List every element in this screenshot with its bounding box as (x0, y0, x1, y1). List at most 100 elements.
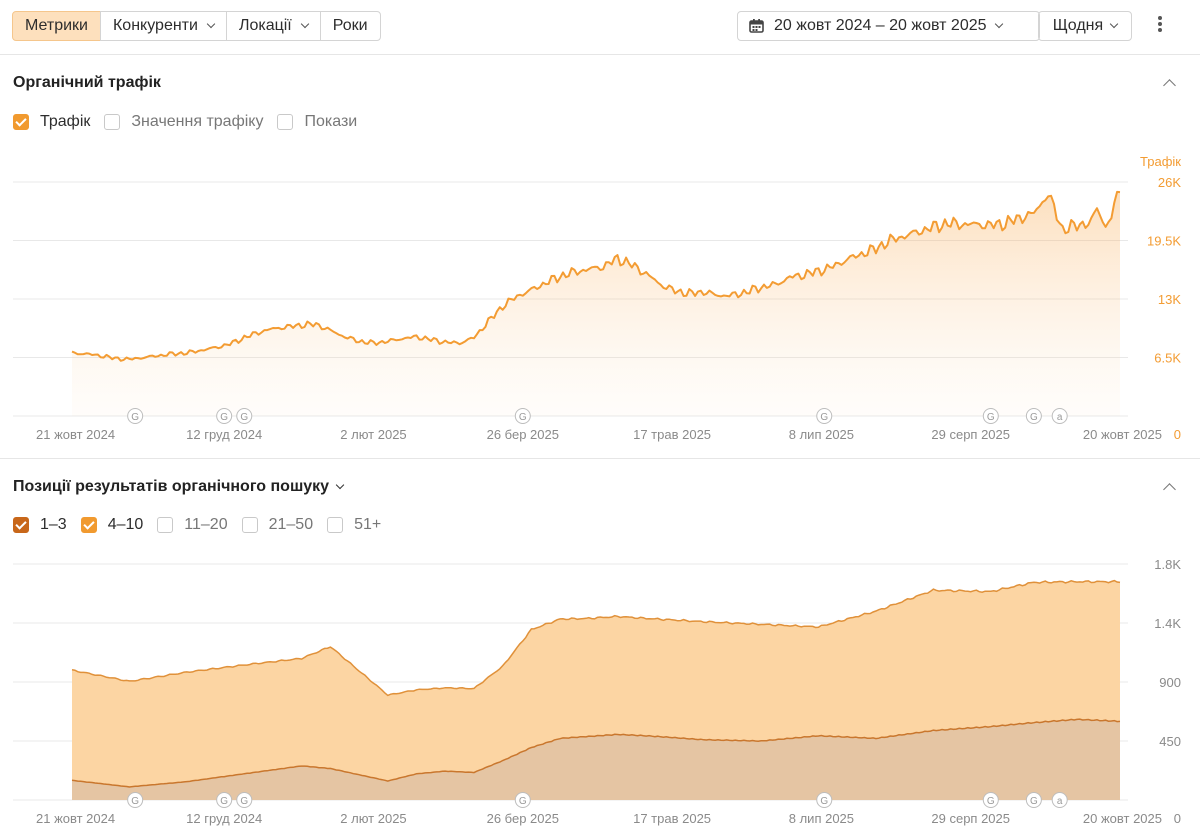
x-tick-label: 21 жовт 2024 (36, 427, 115, 442)
checkbox-21-50[interactable]: 21–50 (241, 516, 313, 534)
annotation-marker[interactable]: a (1051, 792, 1068, 808)
checkbox-label: Покази (304, 113, 358, 130)
tab-competitors-label: Конкуренти (112, 17, 198, 34)
annotation-marker-label: G (820, 796, 828, 807)
x-tick-label: 17 трав 2025 (633, 427, 711, 442)
annotation-marker-label: G (131, 796, 139, 807)
tab-locations[interactable]: Локації (225, 11, 321, 41)
y-tick-label: 0 (1174, 811, 1181, 826)
date-range-picker[interactable]: 20 жовт 2024 – 20 жовт 2025 (737, 11, 1040, 41)
y-tick-label: 19.5K (1147, 234, 1181, 249)
x-tick-label: 2 лют 2025 (340, 811, 406, 826)
collapse-icon[interactable] (1162, 480, 1176, 496)
y-tick-label: 1.4K (1154, 616, 1181, 631)
chevron-down-icon (206, 19, 216, 29)
annotation-marker[interactable]: G (1025, 792, 1042, 808)
checkbox-label: 1–3 (40, 516, 67, 533)
x-tick-label: 29 серп 2025 (931, 811, 1010, 826)
x-tick-label: 26 бер 2025 (487, 427, 559, 442)
x-tick-label: 17 трав 2025 (633, 811, 711, 826)
annotation-marker-label: G (519, 412, 527, 423)
interval-select[interactable]: Щодня (1038, 11, 1132, 41)
annotation-marker[interactable]: G (236, 792, 253, 808)
checkbox-label: 11–20 (184, 516, 228, 533)
annotation-marker[interactable]: G (982, 408, 999, 424)
x-tick-label: 2 лют 2025 (340, 427, 406, 442)
checkbox-impressions[interactable]: Покази (277, 113, 357, 131)
y-tick-label: 26K (1158, 175, 1181, 190)
annotation-marker[interactable]: G (236, 408, 253, 424)
positions-title-label: Позиції результатів органічного пошуку (13, 478, 330, 495)
tab-metrics[interactable]: Метрики (12, 11, 101, 41)
y-tick-label: 1.8K (1154, 557, 1181, 572)
annotation-marker-label: G (1030, 796, 1038, 807)
y-tick-label: 0 (1174, 427, 1181, 442)
traffic-y-axis-title: Трафік (1140, 154, 1181, 169)
collapse-icon[interactable] (1162, 76, 1176, 92)
section-divider (0, 458, 1200, 459)
checkbox-11-20[interactable]: 11–20 (157, 516, 228, 534)
more-options-icon[interactable] (1152, 14, 1168, 38)
annotation-marker-label: G (240, 412, 248, 423)
x-tick-label: 26 бер 2025 (487, 811, 559, 826)
checkbox-box (327, 517, 344, 533)
y-tick-label: 450 (1159, 734, 1181, 749)
x-tick-label: 20 жовт 2025 (1083, 811, 1162, 826)
calendar-icon (749, 19, 764, 33)
annotation-marker-label: a (1057, 412, 1063, 423)
checkbox-traffic-value[interactable]: Значення трафіку (104, 113, 263, 131)
positions-section-title[interactable]: Позиції результатів органічного пошуку (13, 478, 345, 496)
x-tick-label: 8 лип 2025 (789, 427, 854, 442)
annotation-marker[interactable]: G (127, 792, 144, 808)
traffic-chart: Трафік 0 6.5K 13K 19.5K 26K 21 жовт 2024 12 г… (13, 154, 1181, 442)
chevron-down-icon (1109, 19, 1119, 29)
checkbox-box (80, 517, 97, 533)
annotation-marker-label: G (220, 412, 228, 423)
checkbox-box (104, 114, 121, 130)
annotation-marker[interactable]: G (982, 792, 999, 808)
date-range-label: 20 жовт 2024 – 20 жовт 2025 (774, 17, 987, 34)
checkbox-51-plus[interactable]: 51+ (327, 516, 381, 534)
position-range-checkboxes: 1–3 4–10 11–20 21–50 51+ (13, 516, 395, 534)
traffic-metric-checkboxes: Трафік Значення трафіку Покази (13, 113, 371, 131)
tab-locations-label: Локації (238, 17, 292, 34)
annotation-marker[interactable]: a (1051, 408, 1068, 424)
y-tick-label: 13K (1158, 292, 1181, 307)
x-tick-label: 12 груд 2024 (186, 427, 262, 442)
annotation-marker-label: G (820, 412, 828, 423)
annotation-marker-label: G (240, 796, 248, 807)
annotation-marker-label: G (1030, 412, 1038, 423)
annotation-marker[interactable]: G (127, 408, 144, 424)
checkbox-4-10[interactable]: 4–10 (80, 516, 144, 534)
annotation-marker-label: G (519, 796, 527, 807)
annotation-marker-label: G (987, 412, 995, 423)
x-tick-label: 12 груд 2024 (186, 811, 262, 826)
checkbox-label: Трафік (40, 113, 91, 130)
checkbox-label: 4–10 (107, 516, 144, 533)
annotation-marker[interactable]: G (216, 408, 233, 424)
checkbox-label: 51+ (354, 516, 382, 533)
annotation-marker[interactable]: G (816, 408, 833, 424)
annotation-marker[interactable]: G (816, 792, 833, 808)
annotation-marker[interactable]: G (1025, 408, 1042, 424)
x-tick-label: 29 серп 2025 (931, 427, 1010, 442)
annotation-marker[interactable]: G (514, 408, 531, 424)
x-tick-label: 8 лип 2025 (789, 811, 854, 826)
annotation-marker-label: G (987, 796, 995, 807)
tab-competitors[interactable]: Конкуренти (99, 11, 227, 41)
tab-years[interactable]: Роки (319, 11, 381, 41)
chevron-down-icon (994, 19, 1003, 29)
checkbox-label: Значення трафіку (131, 113, 264, 130)
view-tabs: Метрики Конкуренти Локації Роки (12, 11, 381, 41)
toolbar: Метрики Конкуренти Локації Роки 20 жовт … (0, 0, 1200, 55)
annotation-marker[interactable]: G (514, 792, 531, 808)
interval-label: Щодня (1052, 17, 1104, 34)
checkbox-traffic[interactable]: Трафік (13, 113, 90, 131)
checkbox-box (13, 114, 29, 130)
annotation-marker-label: a (1057, 796, 1063, 807)
checkbox-box (241, 517, 258, 533)
checkbox-box (157, 517, 174, 533)
checkbox-top-3[interactable]: 1–3 (13, 516, 67, 534)
annotation-marker[interactable]: G (216, 792, 233, 808)
annotation-marker-label: G (131, 412, 139, 423)
